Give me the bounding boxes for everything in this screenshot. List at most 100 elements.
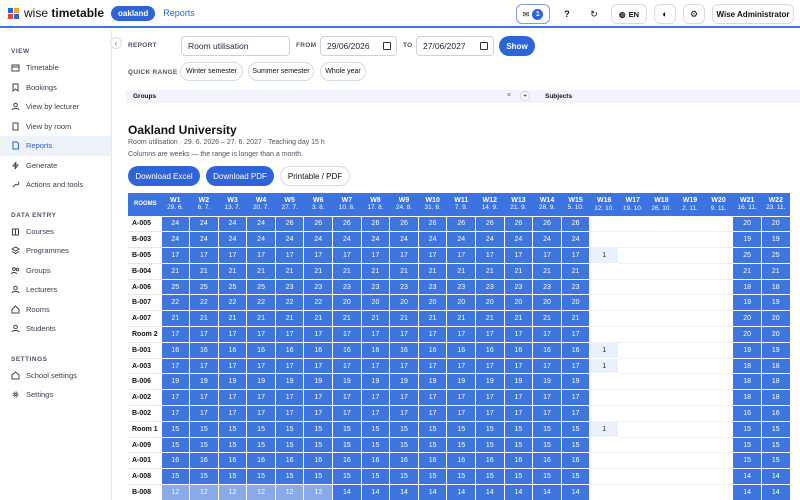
utilisation-table: ROOMS W1 29. 6. W2 6. 7. W3 13. 7. W4 20. 7. W5 27… (128, 193, 800, 500)
utilisation-cell: 15 (274, 436, 305, 454)
user-menu-button[interactable]: Wise Administrator (712, 4, 794, 24)
utilisation-cell (675, 342, 705, 359)
utilisation-cell: 19 (760, 231, 791, 249)
collapse-sidebar-button[interactable]: ‹ (110, 37, 122, 49)
week-column-header: W12 14. 9. (475, 193, 505, 216)
room-name: A-009 (128, 437, 161, 454)
utilisation-cell (675, 358, 705, 375)
download-excel-button[interactable]: Download Excel (128, 166, 200, 186)
utilisation-cell: 17 (560, 357, 591, 375)
utilisation-cell: 17 (532, 326, 562, 343)
utilisation-cell: 21 (360, 310, 391, 328)
from-date-input[interactable]: 29/06/2026 (320, 36, 397, 56)
week-column-header: W6 3. 8. (303, 193, 333, 216)
help-button[interactable]: ? (557, 4, 577, 24)
utilisation-cell: 21 (274, 262, 305, 280)
utilisation-cell: 24 (560, 231, 591, 249)
utilisation-cell (647, 247, 676, 264)
utilisation-cell: 21 (503, 262, 534, 280)
sidebar-item-rooms[interactable]: Rooms (0, 300, 111, 320)
language-button[interactable]: ◍ EN (611, 4, 647, 24)
room-name: B-007 (128, 294, 161, 312)
from-date-value: 29/06/2026 (327, 41, 370, 51)
theme-button[interactable]: ◐ (654, 4, 676, 24)
to-label: TO (403, 42, 413, 49)
quick-range-whole-year[interactable]: Whole year (320, 62, 366, 81)
refresh-button[interactable]: ↻ (584, 4, 604, 24)
settings-button[interactable]: ⚙ (683, 4, 705, 24)
printable-pdf-button[interactable]: Printable / PDF (280, 166, 350, 186)
sidebar-item-settings[interactable]: Settings (0, 385, 111, 405)
utilisation-cell: 21 (503, 310, 534, 328)
utilisation-cell: 25 (160, 278, 191, 296)
sidebar-item-view-by-room[interactable]: View by room (0, 117, 111, 137)
utilisation-cell: 22 (160, 294, 191, 312)
sidebar-item-lecturers[interactable]: Lecturers (0, 280, 111, 300)
utilisation-cell: 17 (303, 405, 334, 422)
utilisation-cell: 17 (332, 247, 362, 264)
utilisation-cell: 20 (760, 310, 791, 328)
utilisation-cell (675, 389, 705, 407)
tenant-badge[interactable]: oakland (111, 5, 156, 21)
utilisation-cell: 15 (446, 436, 477, 454)
sidebar-item-bookings[interactable]: Bookings (0, 78, 111, 98)
utilisation-cell: 26 (360, 215, 391, 233)
quick-range-summer[interactable]: Summer semester (248, 62, 314, 81)
utilisation-cell: 16 (189, 341, 219, 359)
utilisation-cell: 19 (446, 373, 477, 391)
sidebar-item-timetable[interactable]: Timetable (0, 58, 111, 78)
utilisation-cell: 16 (417, 341, 448, 359)
sidebar: VIEW Timetable Bookings View by lecturer Vie… (0, 30, 112, 500)
sidebar-item-actions-and-tools[interactable]: Actions and tools (0, 175, 111, 195)
show-button[interactable]: Show (499, 36, 535, 56)
utilisation-cell: 17 (246, 326, 276, 343)
clear-groups-button[interactable]: × (507, 92, 516, 101)
student-icon (11, 324, 20, 333)
sidebar-item-courses[interactable]: Courses (0, 222, 111, 242)
utilisation-cell: 15 (389, 420, 419, 438)
utilisation-cell: 17 (332, 389, 362, 407)
utilisation-cell: 12 (303, 484, 334, 500)
language-label: EN (628, 9, 639, 19)
nav-reports-link[interactable]: Reports (163, 8, 195, 18)
utilisation-cell (704, 452, 733, 470)
utilisation-cell: 15 (503, 420, 534, 438)
utilisation-cell: 16 (360, 452, 391, 470)
utilisation-cell (647, 452, 676, 470)
week-number: W8 (370, 196, 381, 204)
quick-range-winter[interactable]: Winter semester (180, 62, 243, 81)
sidebar-item-groups[interactable]: Groups (0, 261, 111, 281)
home-icon (11, 305, 20, 314)
sidebar-item-generate[interactable]: Generate (0, 156, 111, 176)
utilisation-cell: 17 (274, 357, 305, 375)
to-date-input[interactable]: 27/06/2027 (416, 36, 494, 56)
utilisation-cell: 12 (160, 484, 191, 500)
utilisation-cell (704, 468, 733, 486)
utilisation-cell: 17 (274, 247, 305, 264)
utilisation-cell: 17 (160, 405, 191, 422)
utilisation-cell: 22 (189, 294, 219, 312)
sidebar-item-students[interactable]: Students (0, 319, 111, 339)
add-group-button[interactable]: + (520, 91, 530, 101)
utilisation-cell (675, 263, 705, 280)
sidebar-item-programmes[interactable]: Programmes (0, 241, 111, 261)
utilisation-cell: 21 (560, 310, 591, 328)
sidebar-item-reports[interactable]: Reports (0, 136, 111, 156)
utilisation-cell: 12 (274, 484, 305, 500)
download-pdf-button[interactable]: Download PDF (206, 166, 274, 186)
utilisation-cell (589, 389, 619, 407)
utilisation-cell: 23 (274, 278, 305, 296)
sidebar-item-school-settings[interactable]: School settings (0, 366, 111, 386)
logo[interactable]: wise timetable (8, 6, 104, 20)
utilisation-cell: 26 (446, 215, 477, 233)
utilisation-cell: 21 (560, 262, 591, 280)
utilisation-cell: 15 (189, 468, 219, 486)
utilisation-cell: 20 (560, 294, 591, 312)
week-column-header: W1 29. 6. (161, 193, 190, 216)
report-select[interactable]: Room utilisation (181, 36, 290, 56)
room-name: B-001 (128, 342, 161, 359)
notifications-button[interactable]: ✉ 1 (516, 4, 550, 24)
utilisation-cell (589, 373, 619, 391)
sidebar-item-view-by-lecturer[interactable]: View by lecturer (0, 97, 111, 117)
utilisation-cell: 15 (360, 436, 391, 454)
